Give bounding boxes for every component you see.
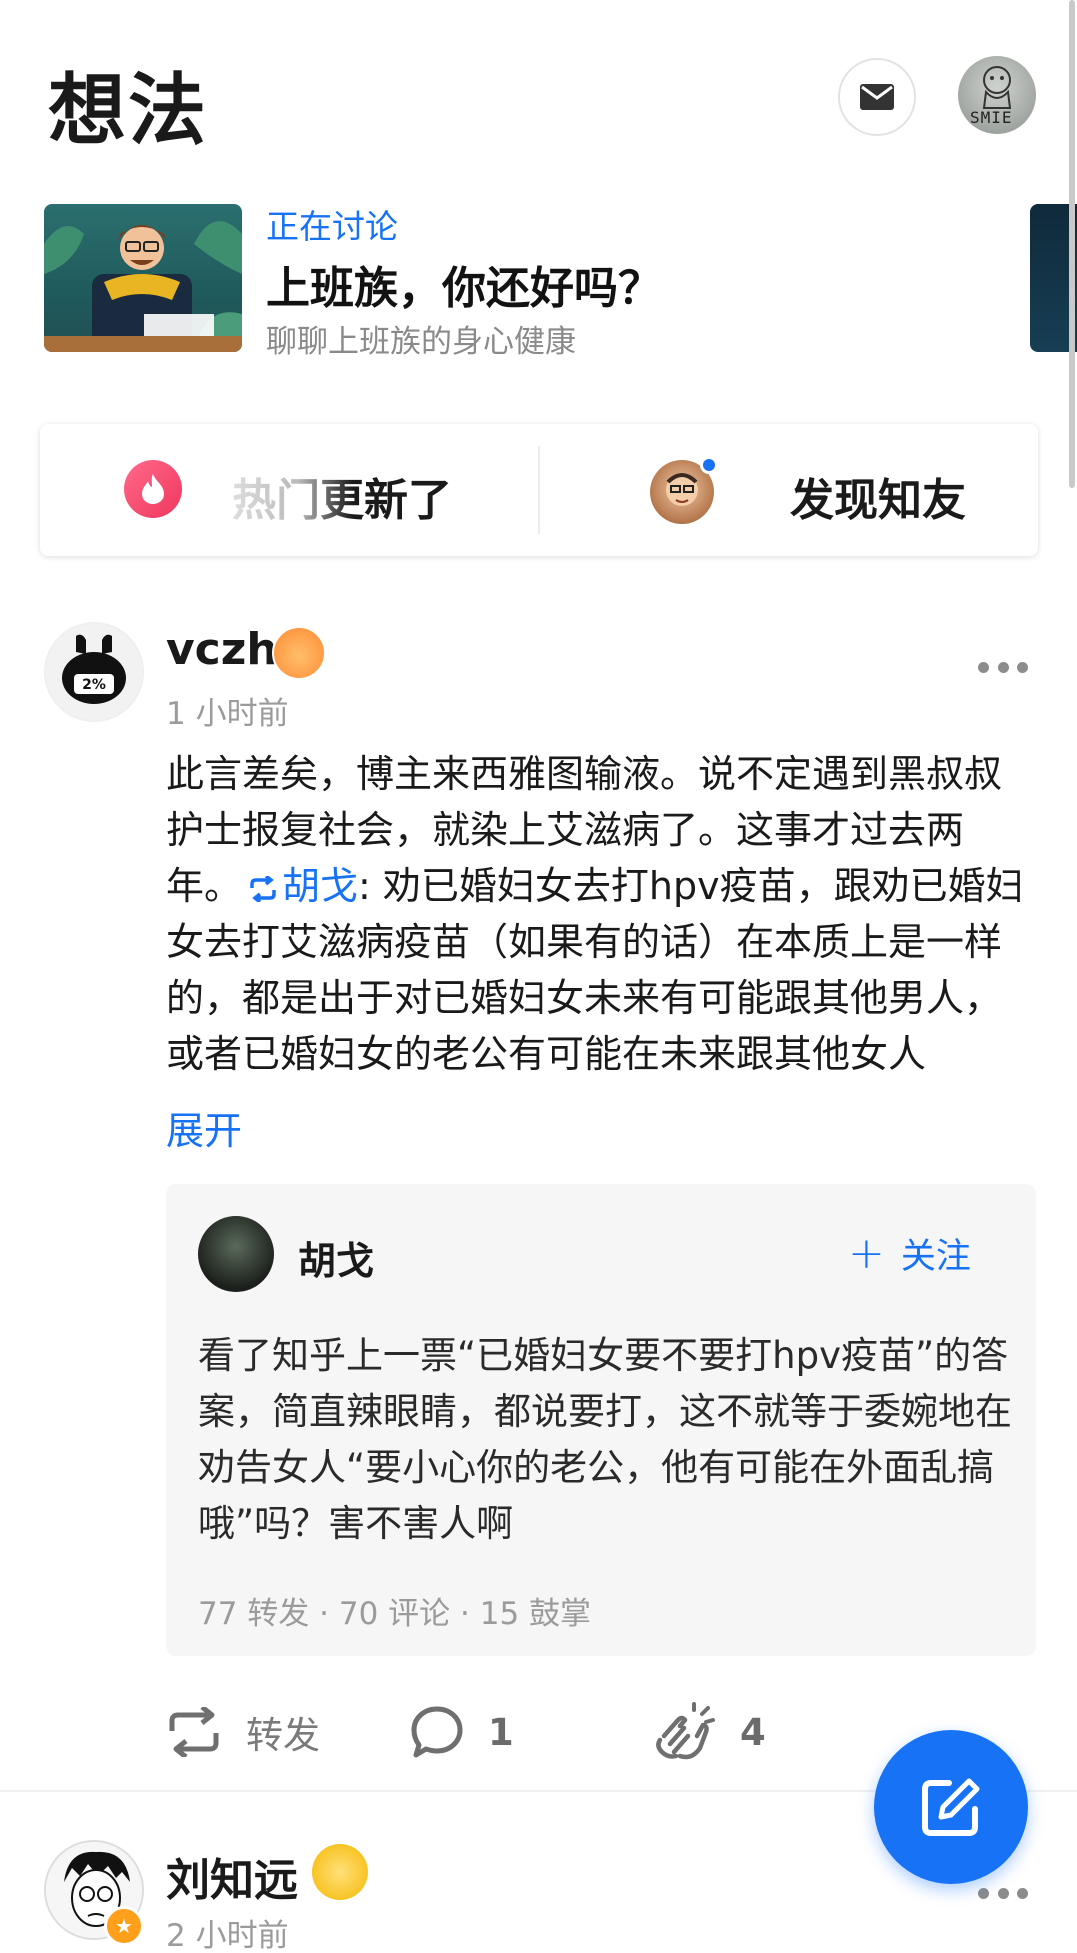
author-badge-icon-2 bbox=[312, 1844, 368, 1900]
follow-button[interactable]: + 关注 bbox=[848, 1228, 971, 1279]
post-author-name[interactable]: vczh bbox=[166, 624, 278, 675]
post-time: 1 小时前 bbox=[166, 696, 289, 732]
clap-count: 4 bbox=[740, 1710, 766, 1754]
discussion-subtitle: 聊聊上班族的身心健康 bbox=[266, 324, 576, 360]
feature-card: ★ 热门更新了 发现知友 bbox=[40, 424, 1038, 556]
repost-reference-link[interactable]: 胡戈 bbox=[242, 864, 358, 908]
follow-label: 关注 bbox=[900, 1237, 971, 1277]
edit-icon bbox=[922, 1778, 980, 1836]
clap-button[interactable]: 4 bbox=[650, 1692, 766, 1772]
compose-button[interactable] bbox=[874, 1730, 1028, 1884]
quoted-post-text: 看了知乎上一票“已婚妇女要不要打hpv疫苗”的答案，简直辣眼睛，都说要打，这不就… bbox=[198, 1334, 1012, 1545]
hot-updates-label: 热门更新了 bbox=[232, 475, 452, 526]
new-indicator-dot bbox=[700, 456, 718, 474]
quoted-author-avatar[interactable] bbox=[198, 1216, 274, 1292]
page-title: 想法 bbox=[48, 66, 209, 156]
fire-icon bbox=[124, 460, 182, 518]
repost-reference-name: 胡戈 bbox=[282, 864, 359, 908]
post-author-name-2[interactable]: 刘知远 bbox=[166, 1844, 298, 1908]
verified-badge-icon: ★ bbox=[104, 1906, 144, 1946]
hot-icons: ★ bbox=[124, 460, 214, 520]
header: 想法 SMIE bbox=[0, 0, 1077, 190]
quoted-author-name[interactable]: 胡戈 bbox=[298, 1230, 374, 1285]
hot-updates-button[interactable]: ★ 热门更新了 bbox=[40, 424, 538, 556]
plus-icon: + bbox=[848, 1227, 885, 1279]
scrollbar[interactable] bbox=[1069, 0, 1075, 488]
comment-button[interactable]: 1 bbox=[410, 1692, 514, 1772]
discussion-thumbnail bbox=[44, 204, 242, 352]
discussion-card[interactable]: 正在讨论 上班族，你还好吗？ 聊聊上班族的身心健康 bbox=[44, 204, 1044, 360]
repost-label: 转发 bbox=[246, 1714, 320, 1757]
repost-button[interactable]: 转发 bbox=[166, 1692, 320, 1772]
author-avatar[interactable]: 2% bbox=[44, 622, 144, 722]
avatar-battery-text: 2% bbox=[82, 677, 106, 693]
expand-link[interactable]: 展开 bbox=[166, 1100, 242, 1155]
post-time-2: 2 小时前 bbox=[166, 1918, 289, 1953]
mail-button[interactable] bbox=[838, 58, 916, 136]
discussion-title: 上班族，你还好吗？ bbox=[266, 263, 662, 314]
discussion-tag: 正在讨论 bbox=[266, 207, 398, 246]
post-body[interactable]: 此言差矣，博主来西雅图输液。说不定遇到黑叔叔护士报复社会，就染上艾滋病了。这事才… bbox=[166, 746, 1038, 1082]
author-badge-icon bbox=[272, 626, 326, 680]
repost-icon bbox=[250, 874, 276, 904]
more-options-button-2[interactable] bbox=[978, 1878, 1028, 1908]
comment-icon bbox=[411, 1706, 463, 1758]
comment-count: 1 bbox=[488, 1710, 514, 1754]
discover-friends-label: 发现知友 bbox=[790, 475, 966, 526]
repost-icon bbox=[169, 1707, 219, 1757]
avatar-text: SMIE bbox=[970, 108, 1013, 127]
mail-icon bbox=[860, 84, 894, 110]
discover-friends-button[interactable]: 发现知友 bbox=[540, 424, 1038, 556]
quoted-post[interactable]: 胡戈 + 关注 看了知乎上一票“已婚妇女要不要打hpv疫苗”的答案，简直辣眼睛，… bbox=[166, 1184, 1036, 1656]
quoted-post-stats: 77 转发 · 70 评论 · 15 鼓掌 bbox=[198, 1596, 592, 1632]
more-options-button[interactable] bbox=[978, 652, 1028, 682]
clap-icon bbox=[656, 1702, 715, 1760]
profile-avatar[interactable]: SMIE bbox=[958, 56, 1036, 134]
